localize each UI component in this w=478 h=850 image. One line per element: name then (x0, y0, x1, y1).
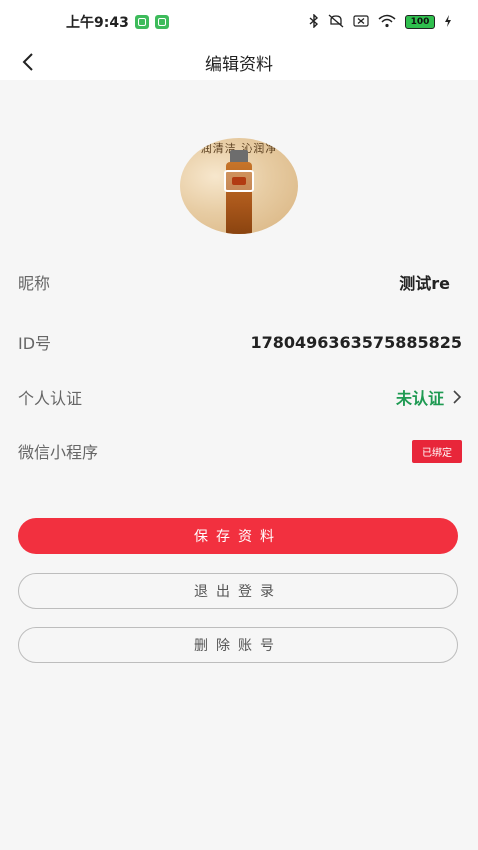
bound-badge: 已绑定 (412, 439, 462, 463)
chevron-right-icon (452, 389, 462, 405)
app-notification-icon (154, 15, 169, 29)
verification-status: 未认证 (395, 389, 444, 408)
nickname-row[interactable]: 昵称 测试re (18, 267, 462, 297)
delete-account-button[interactable]: 删除账号 (18, 627, 458, 663)
verification-label: 个人认证 (18, 389, 83, 408)
app-notification-icon (134, 15, 149, 29)
back-button[interactable] (14, 48, 42, 76)
status-right: 100 (309, 12, 452, 31)
chevron-left-icon (22, 53, 33, 71)
id-label: ID号 (18, 334, 52, 353)
nav-bar: 编辑资料 (0, 44, 478, 80)
verification-link[interactable]: 未认证 (396, 385, 462, 409)
mute-icon (328, 14, 344, 31)
sim-icon (353, 14, 369, 30)
status-time: 上午9:43 (66, 15, 129, 31)
wechat-row: 微信小程序 已绑定 (18, 436, 462, 466)
wechat-label: 微信小程序 (18, 443, 99, 462)
logout-button[interactable]: 退出登录 (18, 573, 458, 609)
id-value: 1780496363575885825 (250, 332, 462, 352)
verification-row[interactable]: 个人认证 未认证 (18, 382, 462, 412)
page-title: 编辑资料 (205, 54, 273, 75)
save-profile-button[interactable]: 保存资料 (18, 518, 458, 554)
id-row: ID号 1780496363575885825 (18, 327, 462, 357)
nickname-value[interactable]: 测试re (399, 270, 450, 294)
avatar-focus-frame (224, 170, 254, 192)
status-left: 上午9:43 (66, 12, 169, 32)
battery-indicator: 100 (405, 15, 435, 29)
nickname-label: 昵称 (18, 274, 51, 293)
charging-icon (444, 14, 452, 30)
avatar[interactable]: 润清洁 沁润净 (180, 138, 298, 234)
bluetooth-icon (309, 12, 319, 31)
wifi-icon (378, 14, 396, 31)
status-bar: 上午9:43 100 (0, 0, 478, 44)
